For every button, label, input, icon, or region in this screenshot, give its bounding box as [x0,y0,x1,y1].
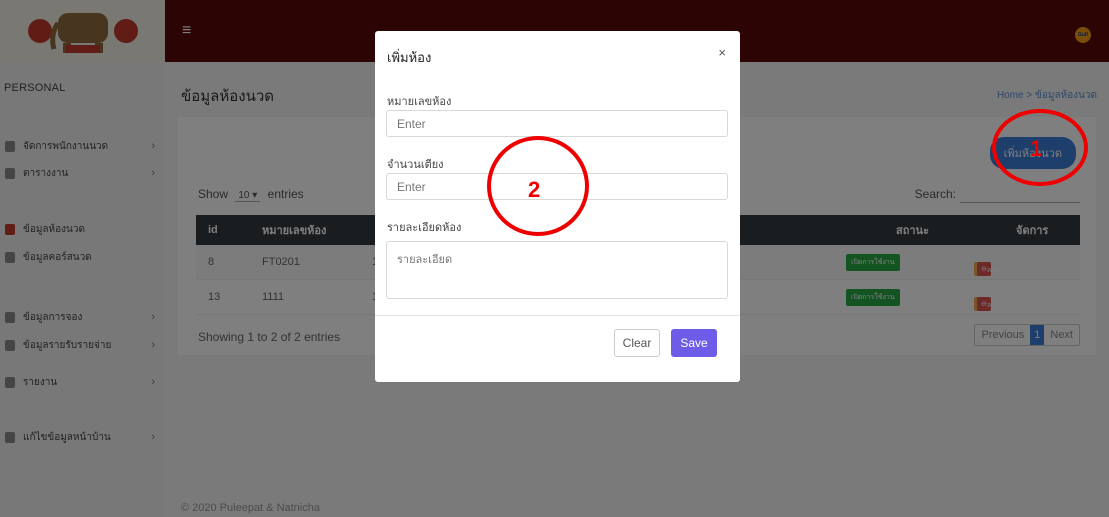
bed-count-label: จำนวนเตียง [387,159,444,171]
close-icon[interactable]: × [718,45,726,60]
modal-title: เพิ่มห้อง [387,50,432,65]
room-number-label: หมายเลขห้อง [387,96,452,108]
clear-button[interactable]: Clear [614,329,660,357]
room-details-textarea[interactable] [386,241,728,299]
save-button[interactable]: Save [671,329,717,357]
room-number-input[interactable] [386,110,728,137]
modal-footer-divider [375,315,740,316]
annotation-number-2: 2 [528,177,541,202]
annotation-number-1: 1 [1030,136,1043,161]
room-details-label: รายละเอียดห้อง [387,222,462,234]
